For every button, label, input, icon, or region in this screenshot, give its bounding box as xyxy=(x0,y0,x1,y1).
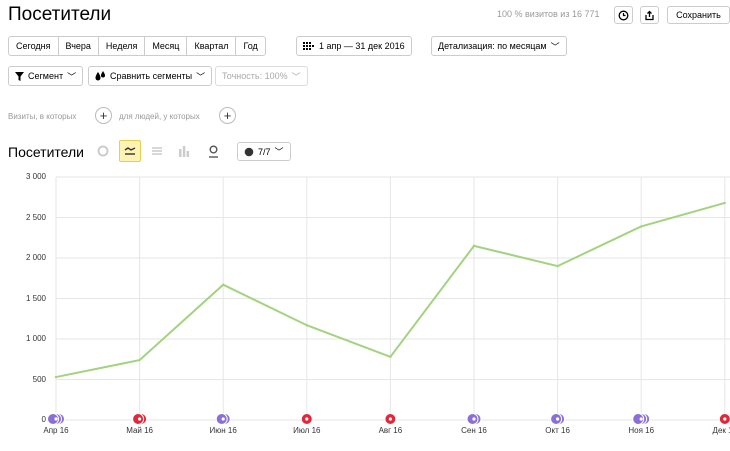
x-tick-label: Июл 16 xyxy=(293,426,321,435)
annotation-marker-dot xyxy=(472,417,476,421)
annotation-marker-dot xyxy=(54,417,58,421)
data-point xyxy=(54,375,58,379)
x-tick-label: Май 16 xyxy=(126,426,153,435)
data-point xyxy=(138,358,141,362)
annotation-marker-dot xyxy=(305,417,309,421)
y-tick-label: 500 xyxy=(32,374,46,384)
y-tick-label: 0 xyxy=(41,415,46,424)
x-tick-label: Дек 16 xyxy=(712,426,730,435)
y-tick-label: 2 500 xyxy=(25,212,46,222)
data-point xyxy=(389,355,392,359)
x-tick-label: Сен 16 xyxy=(461,426,487,435)
data-point xyxy=(556,264,559,268)
visitors-line-chart xyxy=(47,176,730,425)
x-tick-label: Окт 16 xyxy=(545,426,570,435)
y-tick-label: 1 500 xyxy=(25,293,46,303)
annotation-marker-dot xyxy=(221,417,225,421)
x-tick-label: Апр 16 xyxy=(43,426,69,435)
x-tick-label: Июн 16 xyxy=(209,426,237,435)
data-point xyxy=(723,201,726,205)
y-tick-label: 1 000 xyxy=(25,334,46,343)
x-tick-label: Авг 16 xyxy=(378,426,403,435)
data-point xyxy=(472,244,476,248)
data-point xyxy=(222,283,225,286)
y-tick-label: 2 000 xyxy=(25,253,46,262)
annotation-marker-dot xyxy=(639,417,643,421)
x-tick-label: Ноя 16 xyxy=(628,426,655,435)
annotation-marker-dot xyxy=(723,417,727,421)
annotation-marker-dot xyxy=(556,417,560,421)
annotation-marker-dot xyxy=(388,417,392,421)
y-tick-label: 3 000 xyxy=(25,172,46,181)
data-point xyxy=(640,225,643,228)
data-point xyxy=(305,324,308,327)
annotation-marker-dot xyxy=(138,417,142,421)
